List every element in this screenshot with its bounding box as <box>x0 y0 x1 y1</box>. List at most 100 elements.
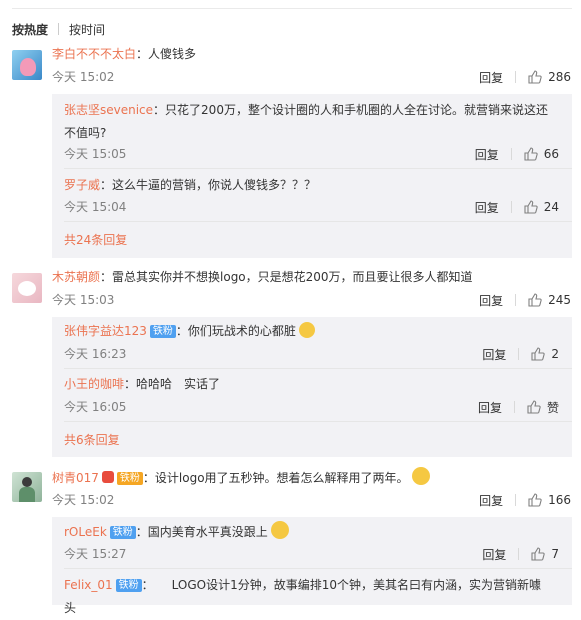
thumbs-up-icon <box>528 70 542 84</box>
comment-username[interactable]: 树青017 <box>52 471 99 485</box>
reply-button[interactable]: 回复 <box>479 292 503 309</box>
reply-text: ：哈哈哈 实话了 <box>124 377 221 391</box>
thumbs-up-icon <box>527 400 541 414</box>
reply-divider <box>64 221 572 222</box>
fan-badge: 铁粉 <box>149 325 176 338</box>
thumbs-up-icon <box>531 347 546 361</box>
fan-badge: 铁粉 <box>116 472 143 485</box>
fan-badge: 铁粉 <box>115 579 142 592</box>
like-button[interactable]: 166 <box>528 493 571 507</box>
fan-badge: 铁粉 <box>109 526 136 539</box>
like-label: 赞 <box>546 400 559 415</box>
reply-text-line: Felix_01 铁粉： LOGO设计1分钟，故事编排10个钟，美其名曰有内涵，实… <box>64 574 550 620</box>
comment-text: ：雷总其实你并不想换logo，只是想花200万，而且要让很多人都知道 <box>100 270 473 284</box>
comment-username[interactable]: 李白不不不太白 <box>52 47 136 61</box>
like-button[interactable]: 7 <box>531 547 559 561</box>
reply-divider <box>64 421 572 422</box>
like-count: 286 <box>548 70 571 84</box>
reply-time: 今天 15:04 <box>64 200 127 214</box>
top-divider <box>12 0 572 9</box>
reply-actions: 回复 66 <box>475 146 559 162</box>
reply-username[interactable]: rOLeEk <box>64 525 107 539</box>
action-separator <box>515 71 517 83</box>
reply-text-line: 张伟字益达123 铁粉 ：你们玩战术的心都脏 <box>64 321 315 341</box>
like-button[interactable]: 286 <box>528 70 571 84</box>
avatar[interactable] <box>12 273 42 303</box>
action-separator <box>518 348 520 360</box>
reply-actions: 回复 赞 <box>478 399 559 415</box>
reply-divider <box>64 368 572 369</box>
reply-button[interactable]: 回复 <box>478 399 502 416</box>
thumbs-up-icon <box>528 493 542 507</box>
thumbs-up-icon <box>528 293 542 307</box>
sweat-emoji-icon <box>411 467 430 485</box>
reply-text-line: 张志坚sevenice：只花了200万，整个设计圈的人和手机圈的人全在讨论。就营… <box>64 99 550 145</box>
more-replies-link[interactable]: 共24条回复 <box>64 232 127 248</box>
reply-text: ：国内美育水平真没跟上 <box>135 525 268 539</box>
reply-actions: 回复 7 <box>482 546 559 562</box>
smirk-emoji-icon <box>298 322 315 338</box>
sort-by-time-tab[interactable]: 按时间 <box>69 21 105 38</box>
reply-actions: 回复 2 <box>482 346 559 362</box>
sort-separator <box>58 23 60 35</box>
reply-username[interactable]: 小王的咖啡 <box>64 377 124 391</box>
like-count: 7 <box>551 547 559 561</box>
like-count: 66 <box>543 147 559 161</box>
reply-divider <box>64 568 572 569</box>
reply-time: 今天 16:05 <box>64 400 127 414</box>
like-button[interactable]: 245 <box>528 293 571 307</box>
comment-actions: 回复 286 <box>479 69 571 85</box>
reply-button[interactable]: 回复 <box>482 346 506 363</box>
reply-button[interactable]: 回复 <box>475 199 499 216</box>
heart-crown-icon <box>101 471 114 483</box>
action-separator <box>510 201 512 213</box>
sort-bar: 按热度 按时间 <box>12 20 105 38</box>
avatar[interactable] <box>12 50 42 80</box>
like-count: 2 <box>551 347 559 361</box>
action-separator <box>513 401 515 413</box>
reply-button[interactable]: 回复 <box>475 146 499 163</box>
thumbs-up-icon <box>531 547 546 561</box>
reply-username[interactable]: 张伟字益达123 <box>64 324 147 338</box>
like-button[interactable]: 66 <box>524 147 559 161</box>
action-separator <box>510 148 512 160</box>
reply-text-line: 罗子威：这么牛逼的营销，你说人傻钱多？？？ <box>64 175 316 195</box>
like-count: 166 <box>548 493 571 507</box>
reply-time: 今天 15:05 <box>64 147 127 161</box>
action-separator <box>518 548 520 560</box>
action-separator <box>515 294 517 306</box>
comment-text-line: 树青017 铁粉 ：设计logo用了五秒钟。想着怎么解释用了两年。 <box>52 467 430 488</box>
reply-actions: 回复 24 <box>475 199 559 215</box>
like-button[interactable]: 赞 <box>527 399 559 416</box>
comment-actions: 回复 166 <box>479 492 571 508</box>
reply-text: ：这么牛逼的营销，你说人傻钱多？？？ <box>100 178 317 192</box>
reply-divider <box>64 168 572 169</box>
sort-by-hot-tab[interactable]: 按热度 <box>12 21 48 38</box>
reply-time: 今天 15:27 <box>64 547 127 561</box>
reply-username[interactable]: Felix_01 <box>64 578 113 592</box>
like-count: 24 <box>543 200 559 214</box>
more-replies-link[interactable]: 共6条回复 <box>64 432 120 448</box>
avatar[interactable] <box>12 472 42 502</box>
reply-username[interactable]: 罗子威 <box>64 178 100 192</box>
comment-text: ：设计logo用了五秒钟。想着怎么解释用了两年。 <box>142 471 409 485</box>
reply-username[interactable]: 张志坚sevenice <box>64 103 153 117</box>
comment-actions: 回复 245 <box>479 292 571 308</box>
reply-text-line: 小王的咖啡：哈哈哈 实话了 <box>64 374 220 394</box>
comment-text: ：人傻钱多 <box>136 47 197 61</box>
reply-text-line: rOLeEk 铁粉 ：国内美育水平真没跟上 <box>64 521 289 542</box>
thumbs-up-icon <box>524 200 538 214</box>
comment-time: 今天 15:02 <box>52 70 115 84</box>
reply-button[interactable]: 回复 <box>479 69 503 86</box>
crying-laugh-emoji-icon <box>270 521 289 539</box>
comment-time: 今天 15:03 <box>52 293 115 307</box>
reply-button[interactable]: 回复 <box>482 546 506 563</box>
comment-text-line: 李白不不不太白：人傻钱多 <box>52 44 196 64</box>
action-separator <box>515 494 517 506</box>
comment-text-line: 木苏朝颜：雷总其实你并不想换logo，只是想花200万，而且要让很多人都知道 <box>52 267 473 287</box>
comment-username[interactable]: 木苏朝颜 <box>52 270 100 284</box>
like-button[interactable]: 24 <box>524 200 559 214</box>
reply-button[interactable]: 回复 <box>479 492 503 509</box>
comment-time: 今天 15:02 <box>52 493 115 507</box>
like-button[interactable]: 2 <box>531 347 559 361</box>
